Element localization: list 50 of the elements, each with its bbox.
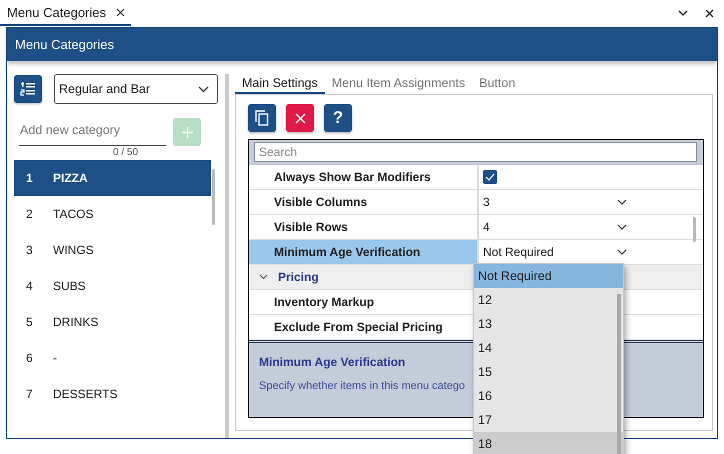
tab[interactable]: Main Settings <box>235 74 325 94</box>
dropdown-option[interactable]: Not Required <box>474 264 623 288</box>
plus-icon <box>182 126 192 138</box>
help-button[interactable]: ? <box>324 104 352 132</box>
chevron-down-icon <box>617 199 627 205</box>
category-item[interactable]: 4 SUBS <box>14 268 211 304</box>
category-item[interactable]: 6 - <box>14 340 211 376</box>
menu-type-dropdown[interactable]: Regular and Bar <box>54 74 218 104</box>
close-icon[interactable] <box>705 8 714 18</box>
copy-icon <box>255 110 269 126</box>
numbered-list-icon <box>20 81 36 97</box>
description-text: Specify whether items in this menu catego <box>259 380 466 392</box>
window-title: Menu Categories <box>15 37 114 52</box>
category-label: Pricing <box>278 270 319 284</box>
value-dropdown[interactable]: 4 <box>483 220 633 234</box>
dropdown-option[interactable]: 18 <box>474 432 623 454</box>
copy-button[interactable] <box>248 104 276 132</box>
category-item[interactable]: 1 PIZZA <box>14 160 211 196</box>
tab[interactable]: Button <box>472 74 522 94</box>
chevron-down-icon[interactable] <box>259 274 268 280</box>
dropdown-option[interactable]: 14 <box>474 336 623 360</box>
character-counter: 0 / 50 <box>113 147 138 158</box>
scrollbar[interactable] <box>212 169 215 225</box>
dropdown-option[interactable]: 16 <box>474 384 623 408</box>
chevron-down-icon <box>617 224 627 230</box>
dropdown-option[interactable]: 15 <box>474 360 623 384</box>
dropdown-option[interactable]: 17 <box>474 408 623 432</box>
close-icon <box>294 112 306 124</box>
tab[interactable]: Menu Item Assignments <box>324 74 472 94</box>
category-item[interactable]: 3 WINGS <box>14 232 211 268</box>
close-icon[interactable] <box>116 8 125 16</box>
search-field[interactable]: Search <box>254 142 697 162</box>
scrollbar[interactable] <box>693 217 696 242</box>
value-dropdown[interactable]: 3 <box>483 195 633 209</box>
chevron-down-icon[interactable] <box>678 10 688 16</box>
category-item[interactable]: 5 DRINKS <box>14 304 211 340</box>
property-name[interactable]: Visible Columns <box>249 190 479 214</box>
category-item[interactable]: 7 DESSERTS <box>14 376 211 412</box>
property-name[interactable]: Always Show Bar Modifiers <box>249 165 479 189</box>
chevron-down-icon <box>617 249 627 255</box>
description-title: Minimum Age Verification <box>259 355 406 369</box>
chevron-down-icon <box>198 86 209 92</box>
checkbox[interactable] <box>483 170 497 184</box>
document-tab[interactable]: Menu Categories <box>0 0 131 26</box>
category-item[interactable]: 2 TACOS <box>14 196 211 232</box>
value-dropdown[interactable]: Not Required <box>483 245 633 259</box>
property-name[interactable]: Minimum Age Verification <box>249 240 479 264</box>
scrollbar[interactable] <box>617 294 621 454</box>
numbered-list-button[interactable] <box>14 75 42 103</box>
delete-button[interactable] <box>286 104 314 132</box>
